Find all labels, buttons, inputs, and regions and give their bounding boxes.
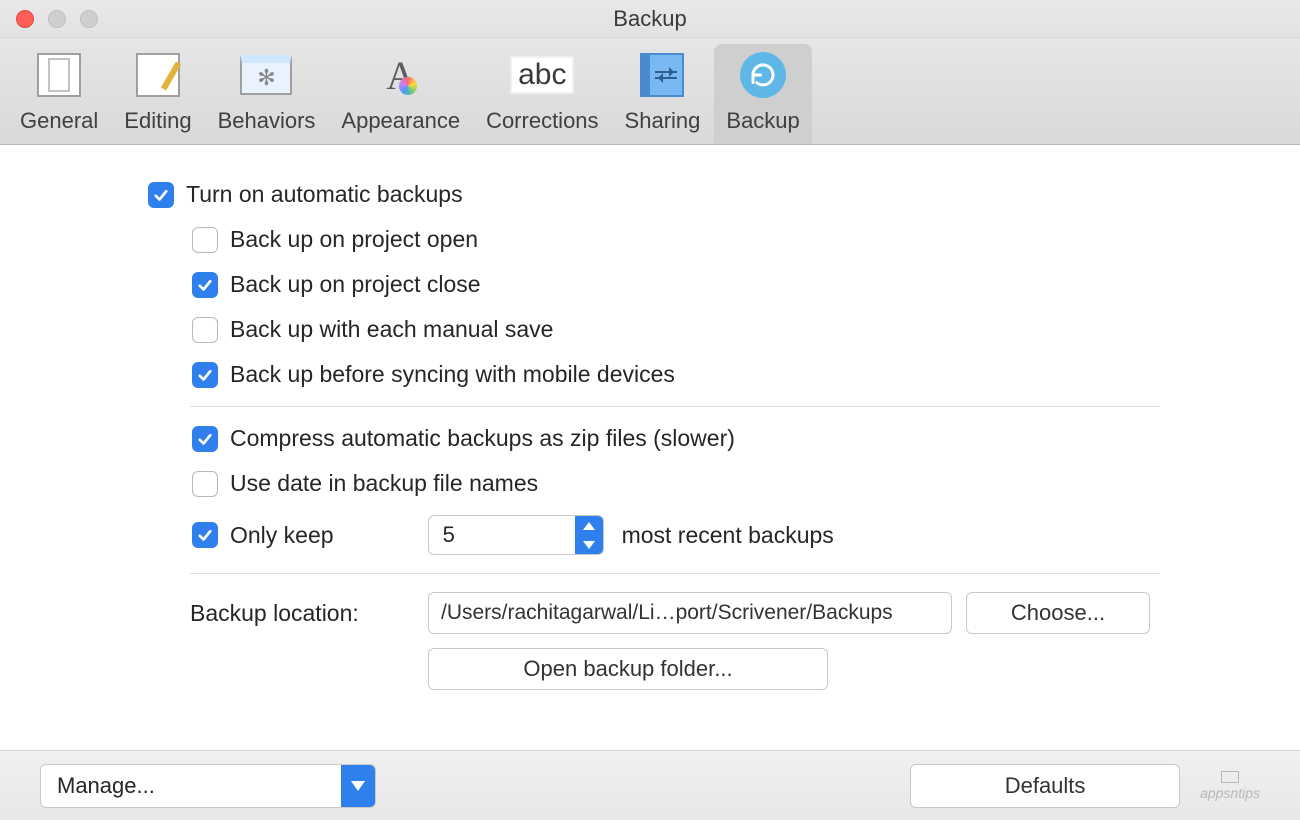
tab-general[interactable]: General — [8, 44, 110, 144]
tab-behaviors[interactable]: Behaviors — [206, 44, 328, 144]
sharing-icon — [640, 53, 684, 97]
footer: Manage... Defaults appsntips — [0, 750, 1300, 820]
manual-save-label: Back up with each manual save — [230, 316, 553, 343]
window-title: Backup — [0, 6, 1300, 32]
appearance-icon: A — [386, 52, 415, 99]
only-keep-value: 5 — [429, 522, 575, 548]
tab-label: Sharing — [625, 108, 701, 134]
tab-label: Appearance — [341, 108, 460, 134]
zoom-window-button[interactable] — [80, 10, 98, 28]
option-only-keep-row: Only keep 5 most recent backups — [0, 515, 1300, 555]
tab-corrections[interactable]: abc Corrections — [474, 44, 610, 144]
manage-dropdown[interactable]: Manage... — [40, 764, 376, 808]
tab-label: Corrections — [486, 108, 598, 134]
only-keep-label: Only keep — [230, 522, 334, 549]
watermark-text: appsntips — [1200, 785, 1260, 801]
option-compress-row: Compress automatic backups as zip files … — [0, 425, 1300, 452]
tab-label: General — [20, 108, 98, 134]
manage-chevron-icon — [341, 765, 375, 807]
backup-icon — [740, 52, 786, 98]
option-on-close-row: Back up on project close — [0, 271, 1300, 298]
compress-zip-label: Compress automatic backups as zip files … — [230, 425, 735, 452]
traffic-lights — [16, 10, 98, 28]
tab-backup[interactable]: Backup — [714, 44, 811, 144]
compress-zip-checkbox[interactable] — [192, 426, 218, 452]
on-open-checkbox[interactable] — [192, 227, 218, 253]
stepper-down-icon[interactable] — [575, 535, 603, 554]
auto-backups-label: Turn on automatic backups — [186, 181, 463, 208]
mobile-sync-label: Back up before syncing with mobile devic… — [230, 361, 675, 388]
tab-sharing[interactable]: Sharing — [613, 44, 713, 144]
on-open-label: Back up on project open — [230, 226, 478, 253]
backup-pane: Turn on automatic backups Back up on pro… — [0, 145, 1300, 775]
tab-label: Behaviors — [218, 108, 316, 134]
tab-editing[interactable]: Editing — [112, 44, 203, 144]
option-on-open-row: Back up on project open — [0, 226, 1300, 253]
use-date-checkbox[interactable] — [192, 471, 218, 497]
auto-backups-checkbox[interactable] — [148, 182, 174, 208]
backup-location-field[interactable]: /Users/rachitagarwal/Li…port/Scrivener/B… — [428, 592, 952, 634]
preferences-toolbar: General Editing Behaviors A Appearance a… — [0, 38, 1300, 145]
minimize-window-button[interactable] — [48, 10, 66, 28]
behaviors-icon — [240, 55, 292, 95]
corrections-icon: abc — [510, 56, 574, 94]
manage-label: Manage... — [41, 773, 341, 799]
watermark-icon — [1221, 771, 1239, 783]
divider — [190, 573, 1160, 574]
only-keep-stepper[interactable]: 5 — [428, 515, 604, 555]
on-close-checkbox[interactable] — [192, 272, 218, 298]
open-backup-folder-button[interactable]: Open backup folder... — [428, 648, 828, 690]
backup-location-label: Backup location: — [190, 600, 428, 627]
defaults-button[interactable]: Defaults — [910, 764, 1180, 808]
general-icon — [37, 53, 81, 97]
stepper-buttons[interactable] — [575, 516, 603, 554]
tab-label: Backup — [726, 108, 799, 134]
option-mobile-sync-row: Back up before syncing with mobile devic… — [0, 361, 1300, 388]
tab-label: Editing — [124, 108, 191, 134]
option-auto-backups-row: Turn on automatic backups — [0, 181, 1300, 208]
manual-save-checkbox[interactable] — [192, 317, 218, 343]
use-date-label: Use date in backup file names — [230, 470, 538, 497]
on-close-label: Back up on project close — [230, 271, 481, 298]
backup-location-row: Backup location: /Users/rachitagarwal/Li… — [0, 592, 1300, 634]
only-keep-suffix: most recent backups — [622, 522, 834, 549]
watermark: appsntips — [1200, 771, 1260, 801]
choose-button[interactable]: Choose... — [966, 592, 1150, 634]
close-window-button[interactable] — [16, 10, 34, 28]
option-manual-save-row: Back up with each manual save — [0, 316, 1300, 343]
mobile-sync-checkbox[interactable] — [192, 362, 218, 388]
stepper-up-icon[interactable] — [575, 516, 603, 535]
editing-icon — [136, 53, 180, 97]
tab-appearance[interactable]: A Appearance — [329, 44, 472, 144]
divider — [190, 406, 1160, 407]
only-keep-checkbox[interactable] — [192, 522, 218, 548]
titlebar: Backup — [0, 0, 1300, 38]
option-use-date-row: Use date in backup file names — [0, 470, 1300, 497]
